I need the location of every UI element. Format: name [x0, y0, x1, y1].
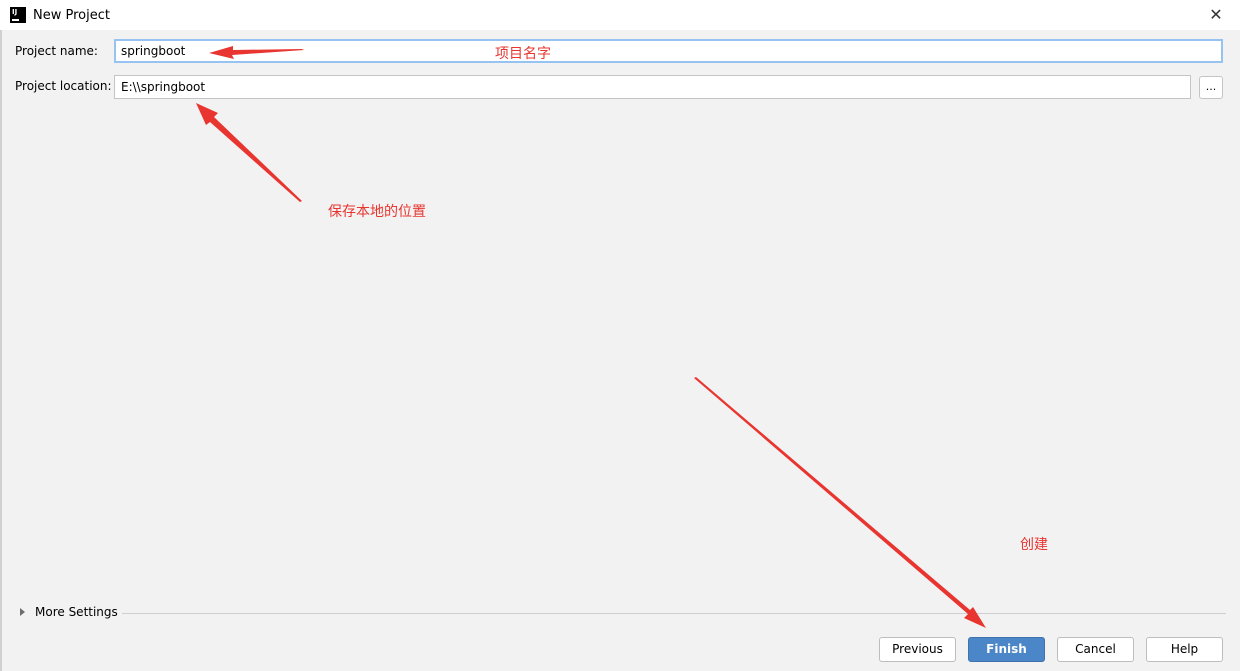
arrow-to-project-name	[209, 46, 304, 59]
arrow-to-finish-button	[694, 377, 986, 628]
annotation-arrows	[196, 46, 986, 628]
arrow-to-project-location	[196, 103, 302, 202]
